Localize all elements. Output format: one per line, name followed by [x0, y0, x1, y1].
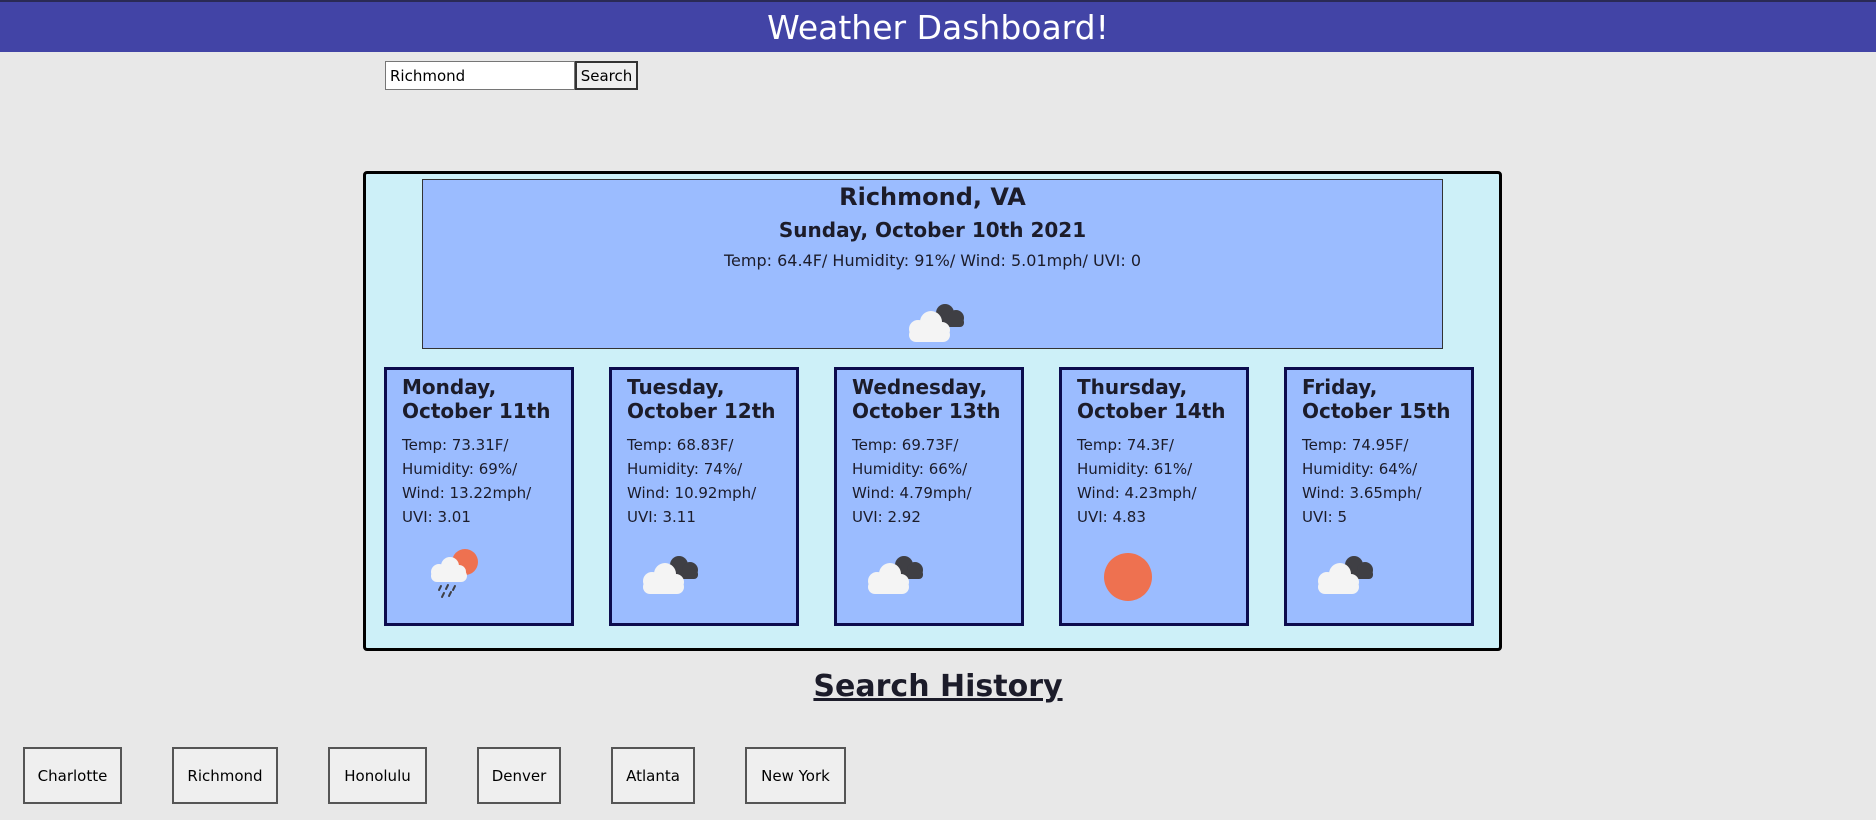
forecast-day: Thursday, October 14th [1077, 375, 1226, 423]
forecast-stats: Temp: 73.31F/ Humidity: 69%/ Wind: 13.22… [402, 436, 532, 526]
forecast-day: Tuesday, October 12th [627, 375, 776, 423]
sun-icon [1102, 551, 1154, 607]
forecast-stats: Temp: 74.3F/ Humidity: 61%/ Wind: 4.23mp… [1077, 436, 1197, 526]
cloudy-icon [1307, 550, 1379, 602]
forecast-day: Wednesday, October 13th [852, 375, 1001, 423]
app-header: Weather Dashboard! [0, 0, 1876, 52]
forecast-card: Monday, October 11th Temp: 73.31F/ Humid… [384, 367, 574, 626]
history-button-atlanta[interactable]: Atlanta [611, 747, 695, 804]
cloudy-icon [857, 550, 929, 602]
forecast-stats: Temp: 74.95F/ Humidity: 64%/ Wind: 3.65m… [1302, 436, 1422, 526]
forecast-card: Friday, October 15th Temp: 74.95F/ Humid… [1284, 367, 1474, 626]
forecast-card: Wednesday, October 13th Temp: 69.73F/ Hu… [834, 367, 1024, 626]
cloudy-icon [632, 550, 704, 602]
search-input[interactable] [385, 61, 575, 90]
history-button-charlotte[interactable]: Charlotte [23, 747, 122, 804]
current-date: Sunday, October 10th 2021 [778, 218, 1087, 242]
history-button-denver[interactable]: Denver [477, 747, 561, 804]
search-history-title: Search History [813, 669, 1063, 704]
history-button-honolulu[interactable]: Honolulu [328, 747, 427, 804]
search-button[interactable]: Search [575, 61, 638, 90]
forecast-stats: Temp: 68.83F/ Humidity: 74%/ Wind: 10.92… [627, 436, 757, 526]
forecast-card: Tuesday, October 12th Temp: 68.83F/ Humi… [609, 367, 799, 626]
forecast-day: Monday, October 11th [402, 375, 551, 423]
current-weather-card: Richmond, VA Sunday, October 10th 2021 T… [422, 179, 1443, 349]
history-button-richmond[interactable]: Richmond [172, 747, 278, 804]
page-title: Weather Dashboard! [767, 7, 1109, 47]
forecast-stats: Temp: 69.73F/ Humidity: 66%/ Wind: 4.79m… [852, 436, 972, 526]
forecast-card: Thursday, October 14th Temp: 74.3F/ Humi… [1059, 367, 1249, 626]
current-city: Richmond, VA [839, 183, 1026, 211]
forecast-day: Friday, October 15th [1302, 375, 1451, 423]
current-stats: Temp: 64.4F/ Humidity: 91%/ Wind: 5.01mp… [723, 251, 1142, 270]
rain-sun-icon [425, 547, 485, 607]
history-button-new-york[interactable]: New York [745, 747, 846, 804]
cloudy-icon [898, 298, 970, 350]
